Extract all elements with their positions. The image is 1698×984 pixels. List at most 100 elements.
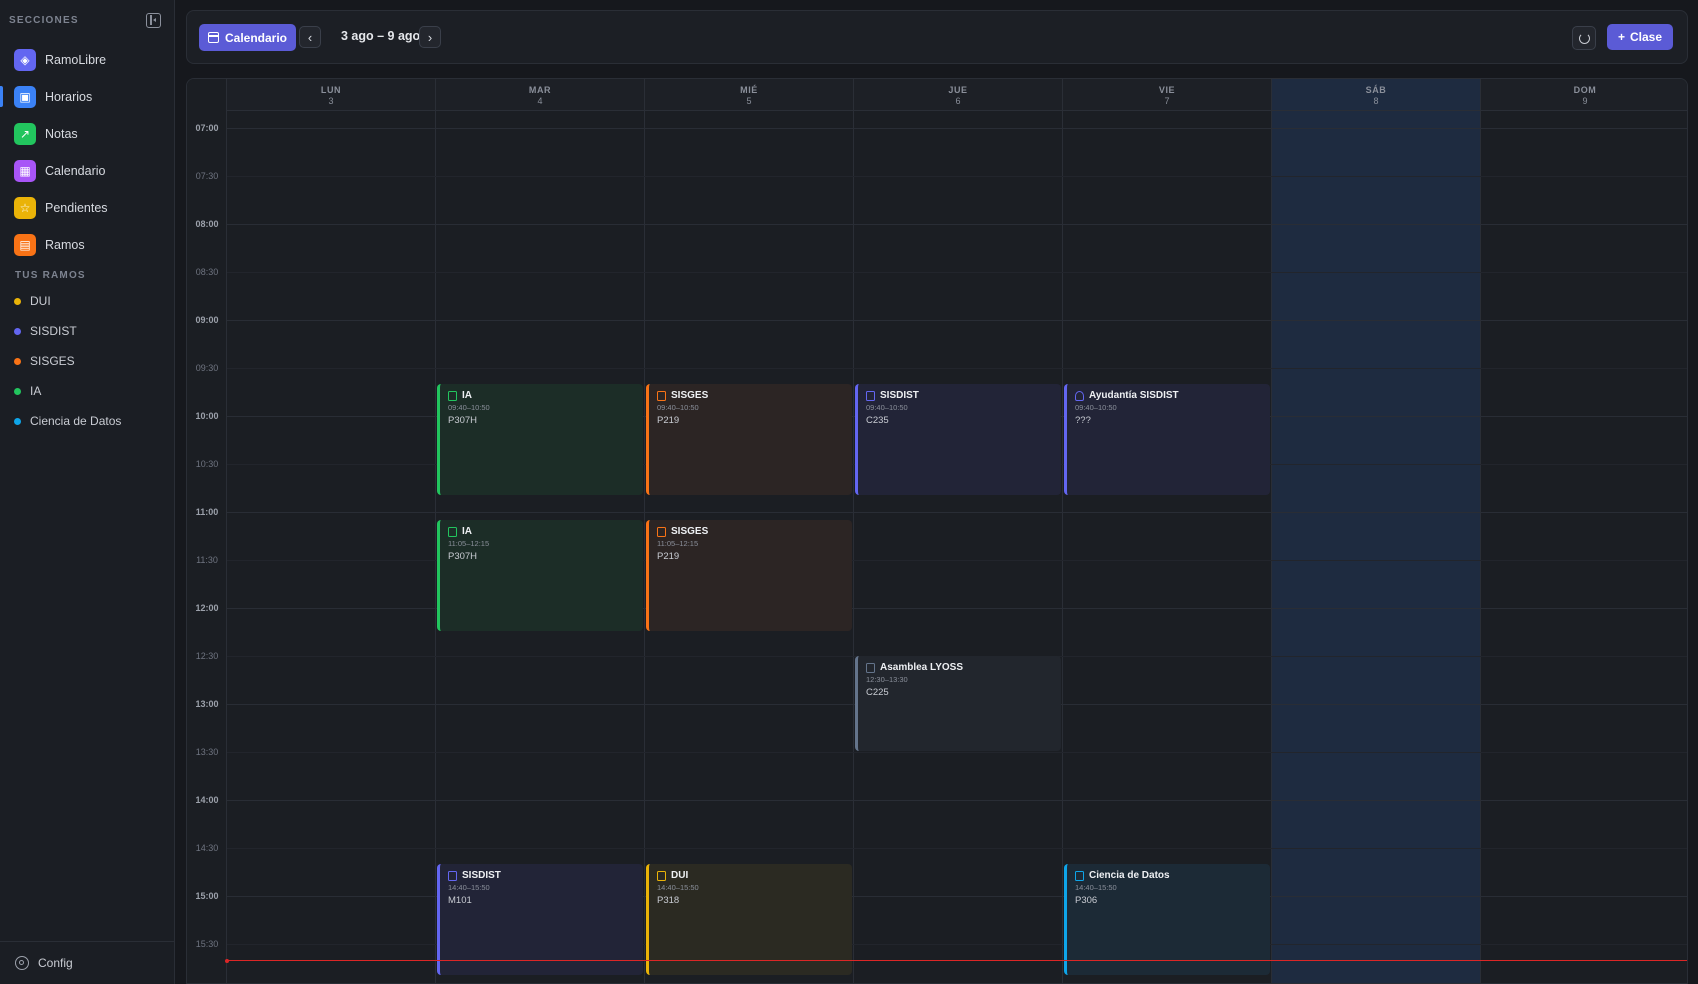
hour-gridline — [227, 128, 1687, 129]
event-title: SISDIST — [866, 390, 1061, 401]
ramos-title: TUS RAMOS — [15, 270, 86, 281]
book-icon — [866, 390, 875, 401]
event-title-text: SISGES — [671, 390, 709, 401]
event-time: 09:40–10:50 — [448, 403, 490, 412]
event-room: P219 — [657, 551, 680, 562]
day-date: 9 — [1582, 96, 1588, 106]
time-label: 15:00 — [195, 891, 219, 901]
time-label: 10:00 — [195, 411, 219, 421]
book-icon — [448, 870, 457, 881]
event-title: IA — [448, 390, 643, 401]
event-title-text: DUI — [671, 870, 689, 881]
hour-gridline — [227, 800, 1687, 801]
hour-gridline — [227, 176, 1687, 177]
time-label: 13:00 — [195, 699, 219, 709]
event-room: P306 — [1075, 895, 1098, 906]
time-label: 14:00 — [195, 795, 219, 805]
event-card[interactable]: Ayudantía SISDIST 09:40–10:50??? — [1064, 384, 1270, 495]
event-time: 09:40–10:50 — [866, 403, 908, 412]
user-icon — [1075, 390, 1084, 401]
ramo-color-dot — [14, 327, 21, 335]
event-title-text: SISDIST — [880, 390, 919, 401]
hour-gridline — [227, 272, 1687, 273]
sidebar-item-calendario[interactable]: ▦ Calendario — [0, 152, 175, 189]
event-room: P318 — [657, 895, 680, 906]
event-card[interactable]: DUI 14:40–15:50 P318 — [646, 864, 852, 975]
book-icon — [448, 390, 457, 401]
day-column[interactable] — [854, 111, 1063, 983]
day-header: DOM 9 — [1481, 79, 1687, 111]
event-title-text: Ayudantía SISDIST — [1089, 390, 1179, 401]
sidebar-item-ramolibre[interactable]: ◈ RamoLibre — [0, 41, 175, 78]
plus-icon: + — [1617, 30, 1625, 44]
ramo-item[interactable]: DUI — [0, 286, 175, 316]
calendar-icon — [207, 32, 219, 43]
day-name: DOM — [1573, 85, 1597, 95]
current-time-line — [227, 960, 1687, 961]
calendar-check-icon: ▣ — [14, 85, 36, 108]
ramo-color-dot — [14, 417, 21, 425]
day-date: 4 — [537, 96, 543, 106]
day-column[interactable] — [227, 111, 436, 983]
time-label: 09:30 — [195, 363, 219, 373]
day-header: MAR 4 — [436, 79, 645, 111]
ramo-color-dot — [14, 297, 21, 305]
event-title-text: IA — [462, 526, 472, 537]
prev-week-button[interactable]: ‹ — [299, 26, 321, 48]
event-card[interactable]: SISDIST 14:40–15:50 M101 — [437, 864, 643, 975]
hour-gridline — [227, 224, 1687, 225]
book-icon — [1075, 870, 1084, 881]
sidebar-item-label: Calendario — [45, 163, 106, 178]
ramo-item[interactable]: Ciencia de Datos — [0, 406, 175, 436]
sidebar-item-label: Ramos — [45, 237, 85, 252]
ramo-item[interactable]: IA — [0, 376, 175, 406]
event-room: C225 — [866, 687, 889, 698]
event-title: DUI — [657, 870, 852, 881]
sidebar-item-notas[interactable]: ↗ Notas — [0, 115, 175, 152]
event-card[interactable]: SISGES 09:40–10:50 P219 — [646, 384, 852, 495]
ramo-label: DUI — [30, 294, 51, 308]
collapse-sidebar-icon[interactable] — [146, 13, 161, 28]
hour-gridline — [227, 368, 1687, 369]
refresh-button[interactable] — [1572, 26, 1596, 50]
event-title-text: IA — [462, 390, 472, 401]
config-button[interactable]: Config — [0, 941, 175, 984]
day-column[interactable] — [1481, 111, 1687, 983]
ramo-label: SISGES — [30, 354, 75, 368]
event-card[interactable]: IA 09:40–10:50 P307H — [437, 384, 643, 495]
chevron-left-icon: ‹ — [307, 29, 313, 45]
time-label: 11:30 — [196, 555, 218, 565]
book-icon — [657, 870, 666, 881]
day-name: MAR — [528, 85, 552, 95]
event-card[interactable]: Asamblea LYOSS 12:30–13:30 C225 — [855, 656, 1061, 751]
event-card[interactable]: SISGES 11:05–12:15 P219 — [646, 520, 852, 631]
event-card[interactable]: SISDIST 09:40–10:50 C235 — [855, 384, 1061, 495]
day-name: SÁB — [1365, 85, 1387, 95]
time-label: 12:30 — [195, 651, 219, 661]
sidebar-item-horarios[interactable]: ▣ Horarios — [0, 78, 175, 115]
next-week-button[interactable]: › — [419, 26, 441, 48]
event-time: 12:30–13:30 — [866, 675, 908, 684]
ramo-color-dot — [14, 387, 21, 395]
ramo-item[interactable]: SISGES — [0, 346, 175, 376]
event-time: 11:05–12:15 — [657, 539, 699, 548]
event-time: 14:40–15:50 — [1075, 883, 1117, 892]
sidebar-item-ramos[interactable]: ▤ Ramos — [0, 226, 175, 263]
calendar-view-button[interactable]: Calendario — [199, 24, 296, 51]
gear-icon — [15, 956, 29, 970]
event-room: M101 — [448, 895, 472, 906]
day-header: VIE 7 — [1063, 79, 1272, 111]
day-column[interactable] — [1063, 111, 1272, 983]
time-label: 13:30 — [195, 747, 219, 757]
event-card[interactable]: Ciencia de Datos 14:40–15:50 P306 — [1064, 864, 1270, 975]
sidebar-item-label: Pendientes — [45, 200, 108, 215]
chevron-right-icon: › — [427, 29, 433, 45]
event-room: P307H — [448, 551, 478, 562]
day-column[interactable] — [1272, 111, 1481, 983]
add-class-button[interactable]: + Clase — [1607, 24, 1673, 50]
ramo-item[interactable]: SISDIST — [0, 316, 175, 346]
event-card[interactable]: IA 11:05–12:15 P307H — [437, 520, 643, 631]
sidebar-item-pendientes[interactable]: ☆ Pendientes — [0, 189, 175, 226]
event-room: C235 — [866, 415, 889, 426]
day-date: 3 — [328, 96, 334, 106]
